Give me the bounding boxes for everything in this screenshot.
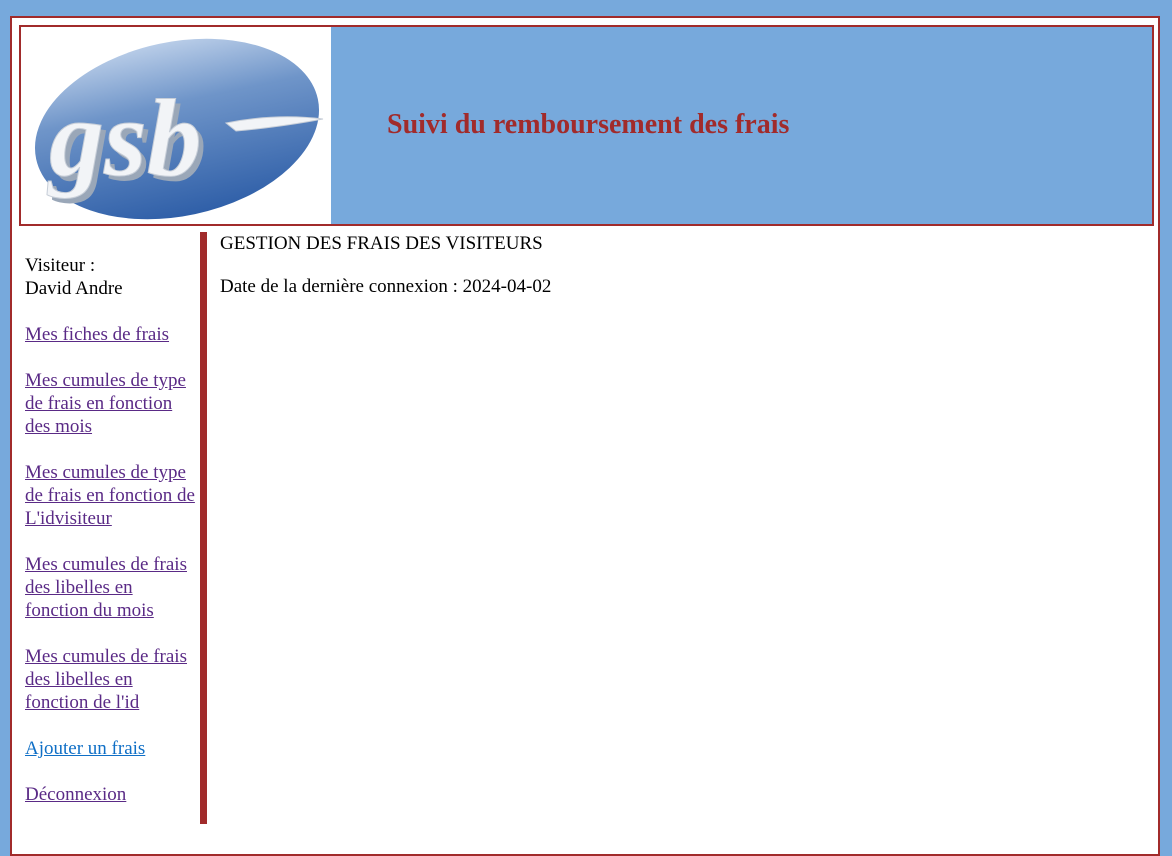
visitor-name: David Andre bbox=[25, 278, 123, 299]
sidebar-divider bbox=[200, 232, 207, 824]
site-title: Suivi du remboursement des frais bbox=[387, 109, 790, 140]
last-login-line: Date de la dernière connexion : 2024-04-… bbox=[220, 275, 551, 298]
visitor-label: Visiteur : bbox=[25, 255, 96, 276]
menu-link-cumules-libelles-mois[interactable]: Mes cumules de frais des libelles en fon… bbox=[25, 554, 187, 621]
menu-link-deconnexion[interactable]: Déconnexion bbox=[25, 784, 126, 805]
sidebar: Visiteur : David Andre Mes fiches de fra… bbox=[25, 254, 200, 829]
logo-text: gsb bbox=[46, 77, 202, 199]
sidebar-menu: Mes fiches de frais Mes cumules de type … bbox=[25, 323, 200, 806]
page-heading: GESTION DES FRAIS DES VISITEURS bbox=[220, 233, 543, 254]
menu-link-cumules-libelles-id[interactable]: Mes cumules de frais des libelles en fon… bbox=[25, 646, 187, 713]
menu-link-cumules-type-mois[interactable]: Mes cumules de type de frais en fonction… bbox=[25, 370, 186, 437]
menu-link-fiches-frais[interactable]: Mes fiches de frais bbox=[25, 324, 169, 345]
header-banner: gsb gsb Suivi du remboursement des frais bbox=[19, 25, 1154, 226]
last-login-value: 2024-04-02 bbox=[462, 276, 552, 297]
gsb-logo-graphic: gsb gsb bbox=[32, 36, 324, 222]
menu-link-ajouter-frais[interactable]: Ajouter un frais bbox=[25, 738, 145, 759]
main-content: GESTION DES FRAIS DES VISITEURS Date de … bbox=[220, 232, 551, 298]
visitor-info: Visiteur : David Andre bbox=[25, 254, 200, 300]
gsb-logo: gsb gsb bbox=[21, 27, 331, 224]
menu-link-cumules-type-idvisiteur[interactable]: Mes cumules de type de frais en fonction… bbox=[25, 462, 195, 529]
page-container: gsb gsb Suivi du remboursement des frais… bbox=[10, 16, 1160, 856]
last-login-label: Date de la dernière connexion : bbox=[220, 276, 458, 297]
